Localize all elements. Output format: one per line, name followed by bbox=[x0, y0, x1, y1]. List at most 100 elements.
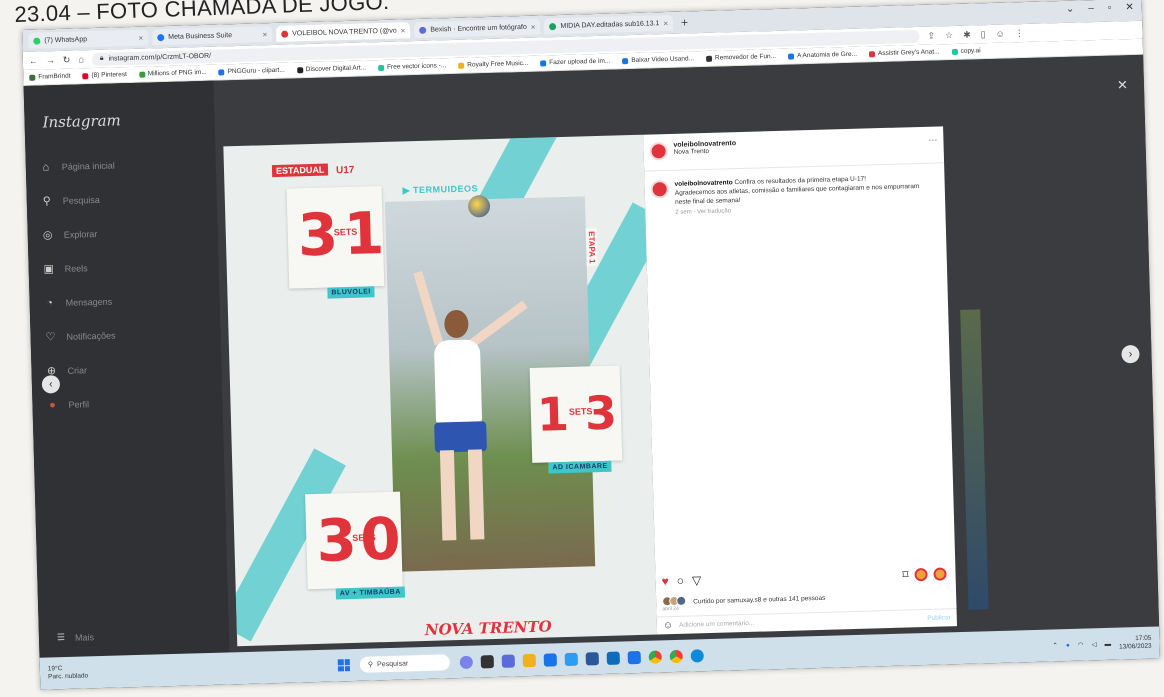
story-ring-icon[interactable] bbox=[914, 567, 928, 581]
forward-icon[interactable]: → bbox=[46, 55, 55, 65]
weather-widget[interactable]: 19°C Parc. nublado bbox=[48, 664, 89, 681]
nav-home[interactable]: ⌂ Página inicial bbox=[40, 159, 115, 173]
emoji-icon[interactable]: ☺ bbox=[663, 620, 674, 631]
edge-icon[interactable] bbox=[690, 648, 705, 663]
close-tab-icon[interactable]: × bbox=[531, 22, 536, 31]
app-icon[interactable] bbox=[564, 652, 579, 666]
store-icon[interactable] bbox=[543, 652, 558, 667]
nav-label: Reels bbox=[64, 263, 88, 274]
browser-tab[interactable]: Bexish · Encontre um fotógrafo × bbox=[414, 18, 541, 39]
chrome-icon[interactable] bbox=[648, 649, 663, 664]
star-icon[interactable]: ☆ bbox=[945, 30, 953, 41]
post-caption: voleibolnovatrento Confira os resultados… bbox=[650, 173, 936, 217]
bookmark-item[interactable]: copy.ai bbox=[951, 47, 981, 55]
tab-label: VOLEIBOL NOVA TRENTO (@vo bbox=[292, 27, 397, 37]
maximize-icon[interactable]: ▫ bbox=[1108, 3, 1112, 14]
reload-icon[interactable]: ↻ bbox=[63, 54, 71, 65]
outlook-icon[interactable] bbox=[606, 651, 621, 665]
sidepanel-icon[interactable]: ▯ bbox=[980, 29, 985, 40]
chevron-up-icon[interactable]: ⌃ bbox=[1052, 641, 1058, 649]
back-icon[interactable]: ← bbox=[29, 56, 38, 66]
like-icon[interactable]: ♥ bbox=[661, 574, 669, 588]
score-left: 1 bbox=[536, 386, 570, 442]
likes-summary[interactable]: Curtido por samuxay.s8 e outras 141 pess… bbox=[662, 592, 825, 609]
bookmark-item[interactable]: Assistir Grey's Anat... bbox=[868, 48, 940, 57]
stage-label: ETAPA 1 bbox=[585, 228, 598, 267]
nav-label: Pesquisa bbox=[62, 194, 100, 206]
chrome-icon[interactable] bbox=[669, 649, 684, 663]
bookmark-label: Royalty Free Music... bbox=[467, 59, 529, 69]
bookmark-item[interactable]: Discover Digital Art... bbox=[296, 64, 366, 73]
browser-tab[interactable]: Meta Business Suite × bbox=[152, 26, 273, 46]
minimize-icon[interactable]: – bbox=[1088, 3, 1094, 14]
clock[interactable]: 17:05 13/06/2023 bbox=[1119, 635, 1152, 652]
avatar[interactable] bbox=[649, 142, 668, 161]
bookmark-item[interactable]: Royalty Free Music... bbox=[458, 60, 528, 69]
bookmark-icon[interactable]: ⌑ bbox=[902, 567, 909, 581]
story-ring-icon[interactable] bbox=[933, 566, 947, 581]
task-view-icon[interactable] bbox=[480, 654, 495, 668]
close-tab-icon[interactable]: × bbox=[663, 18, 668, 27]
bookmark-label: (8) Pinterest bbox=[91, 71, 127, 80]
home-icon[interactable]: ⌂ bbox=[78, 54, 84, 64]
nav-search[interactable]: ⚲ Pesquisa bbox=[41, 194, 100, 208]
share-icon[interactable]: ⇪ bbox=[927, 30, 935, 41]
bookmark-item[interactable]: Removedor de Fun... bbox=[705, 52, 777, 62]
word-icon[interactable] bbox=[585, 651, 600, 665]
bookmark-item[interactable]: Baixar Video Usand... bbox=[622, 55, 694, 64]
new-tab-button[interactable]: + bbox=[681, 15, 688, 29]
close-tab-icon[interactable]: × bbox=[138, 33, 143, 42]
menu-icon[interactable]: ⋮ bbox=[1015, 28, 1024, 39]
browser-tab[interactable]: MIDIA DAY.editadas sub16.13.1 × bbox=[544, 14, 674, 35]
close-icon[interactable]: ✕ bbox=[1117, 77, 1128, 93]
post-location[interactable]: Nova Trento bbox=[674, 147, 737, 156]
windows-start-icon[interactable] bbox=[337, 659, 351, 672]
translate-link[interactable]: Ver tradução bbox=[697, 208, 731, 215]
profile-icon[interactable]: ☺ bbox=[995, 28, 1005, 39]
post-date: abril 24 bbox=[662, 605, 679, 613]
chevron-right-icon[interactable]: › bbox=[1121, 344, 1140, 364]
browser-tab-active[interactable]: VOLEIBOL NOVA TRENTO (@vo × bbox=[275, 22, 411, 42]
taskbar-search[interactable]: ⚲ Pesquisar bbox=[359, 654, 451, 673]
nav-profile[interactable]: ● Perfil bbox=[46, 398, 89, 411]
publish-button[interactable]: Publicar bbox=[927, 614, 951, 622]
nav-explore[interactable]: ◎ Explorar bbox=[42, 228, 98, 242]
volume-icon[interactable]: ◁ bbox=[1091, 640, 1096, 648]
close-tab-icon[interactable]: × bbox=[262, 30, 267, 39]
nav-messages[interactable]: ◔ Mensagens bbox=[43, 296, 112, 310]
comment-icon[interactable]: ○ bbox=[677, 574, 685, 588]
more-options-icon[interactable]: ··· bbox=[928, 134, 937, 144]
bookmark-icon bbox=[622, 57, 629, 64]
app-tray-icon[interactable]: ● bbox=[1066, 641, 1070, 648]
teams-icon[interactable] bbox=[459, 655, 474, 669]
bookmark-item[interactable]: Free vector icons -... bbox=[377, 62, 446, 71]
share-icon[interactable]: ▽ bbox=[692, 573, 702, 587]
bookmark-item[interactable]: Millions of PNG im... bbox=[138, 69, 207, 78]
chat-icon[interactable] bbox=[501, 653, 516, 668]
close-window-icon[interactable]: ✕ bbox=[1125, 2, 1134, 13]
post-image[interactable]: ESTADUAL U17 ▶ TERMUIDEOS ETAPA 1 3 SETS… bbox=[223, 134, 658, 647]
battery-icon[interactable]: ▬ bbox=[1104, 640, 1111, 647]
comment-input[interactable]: Adicione um comentário... bbox=[679, 620, 754, 629]
app-icon[interactable] bbox=[627, 650, 642, 664]
bookmark-label: PNGGuru - clipart... bbox=[227, 66, 285, 76]
bookmark-item[interactable]: A Anatomia de Gre... bbox=[787, 51, 857, 60]
file-explorer-icon[interactable] bbox=[522, 653, 537, 667]
instagram-logo[interactable]: Instagram bbox=[42, 111, 121, 131]
browser-tab[interactable]: (7) WhatsApp × bbox=[28, 29, 149, 49]
bookmark-item[interactable]: Fazer upload de im... bbox=[540, 58, 610, 67]
bookmark-label: Fazer upload de im... bbox=[549, 57, 611, 67]
bookmark-item[interactable]: PNGGuru - clipart... bbox=[218, 66, 285, 76]
nav-notifications[interactable]: ♡ Notificações bbox=[44, 330, 115, 344]
nav-more[interactable]: ☰ Mais bbox=[57, 631, 94, 643]
nav-reels[interactable]: ▣ Reels bbox=[43, 262, 88, 275]
extensions-icon[interactable]: ✱ bbox=[963, 29, 971, 40]
bookmark-item[interactable]: FramBrindt bbox=[29, 73, 71, 81]
wifi-icon[interactable]: ◠ bbox=[1078, 641, 1084, 649]
close-tab-icon[interactable]: × bbox=[401, 26, 406, 35]
chevron-down-icon[interactable]: ⌄ bbox=[1066, 4, 1075, 15]
nav-label: Mensagens bbox=[65, 296, 113, 308]
bookmark-label: Removedor de Fun... bbox=[714, 52, 777, 62]
bookmark-item[interactable]: (8) Pinterest bbox=[82, 71, 127, 79]
avatar[interactable] bbox=[650, 180, 669, 199]
